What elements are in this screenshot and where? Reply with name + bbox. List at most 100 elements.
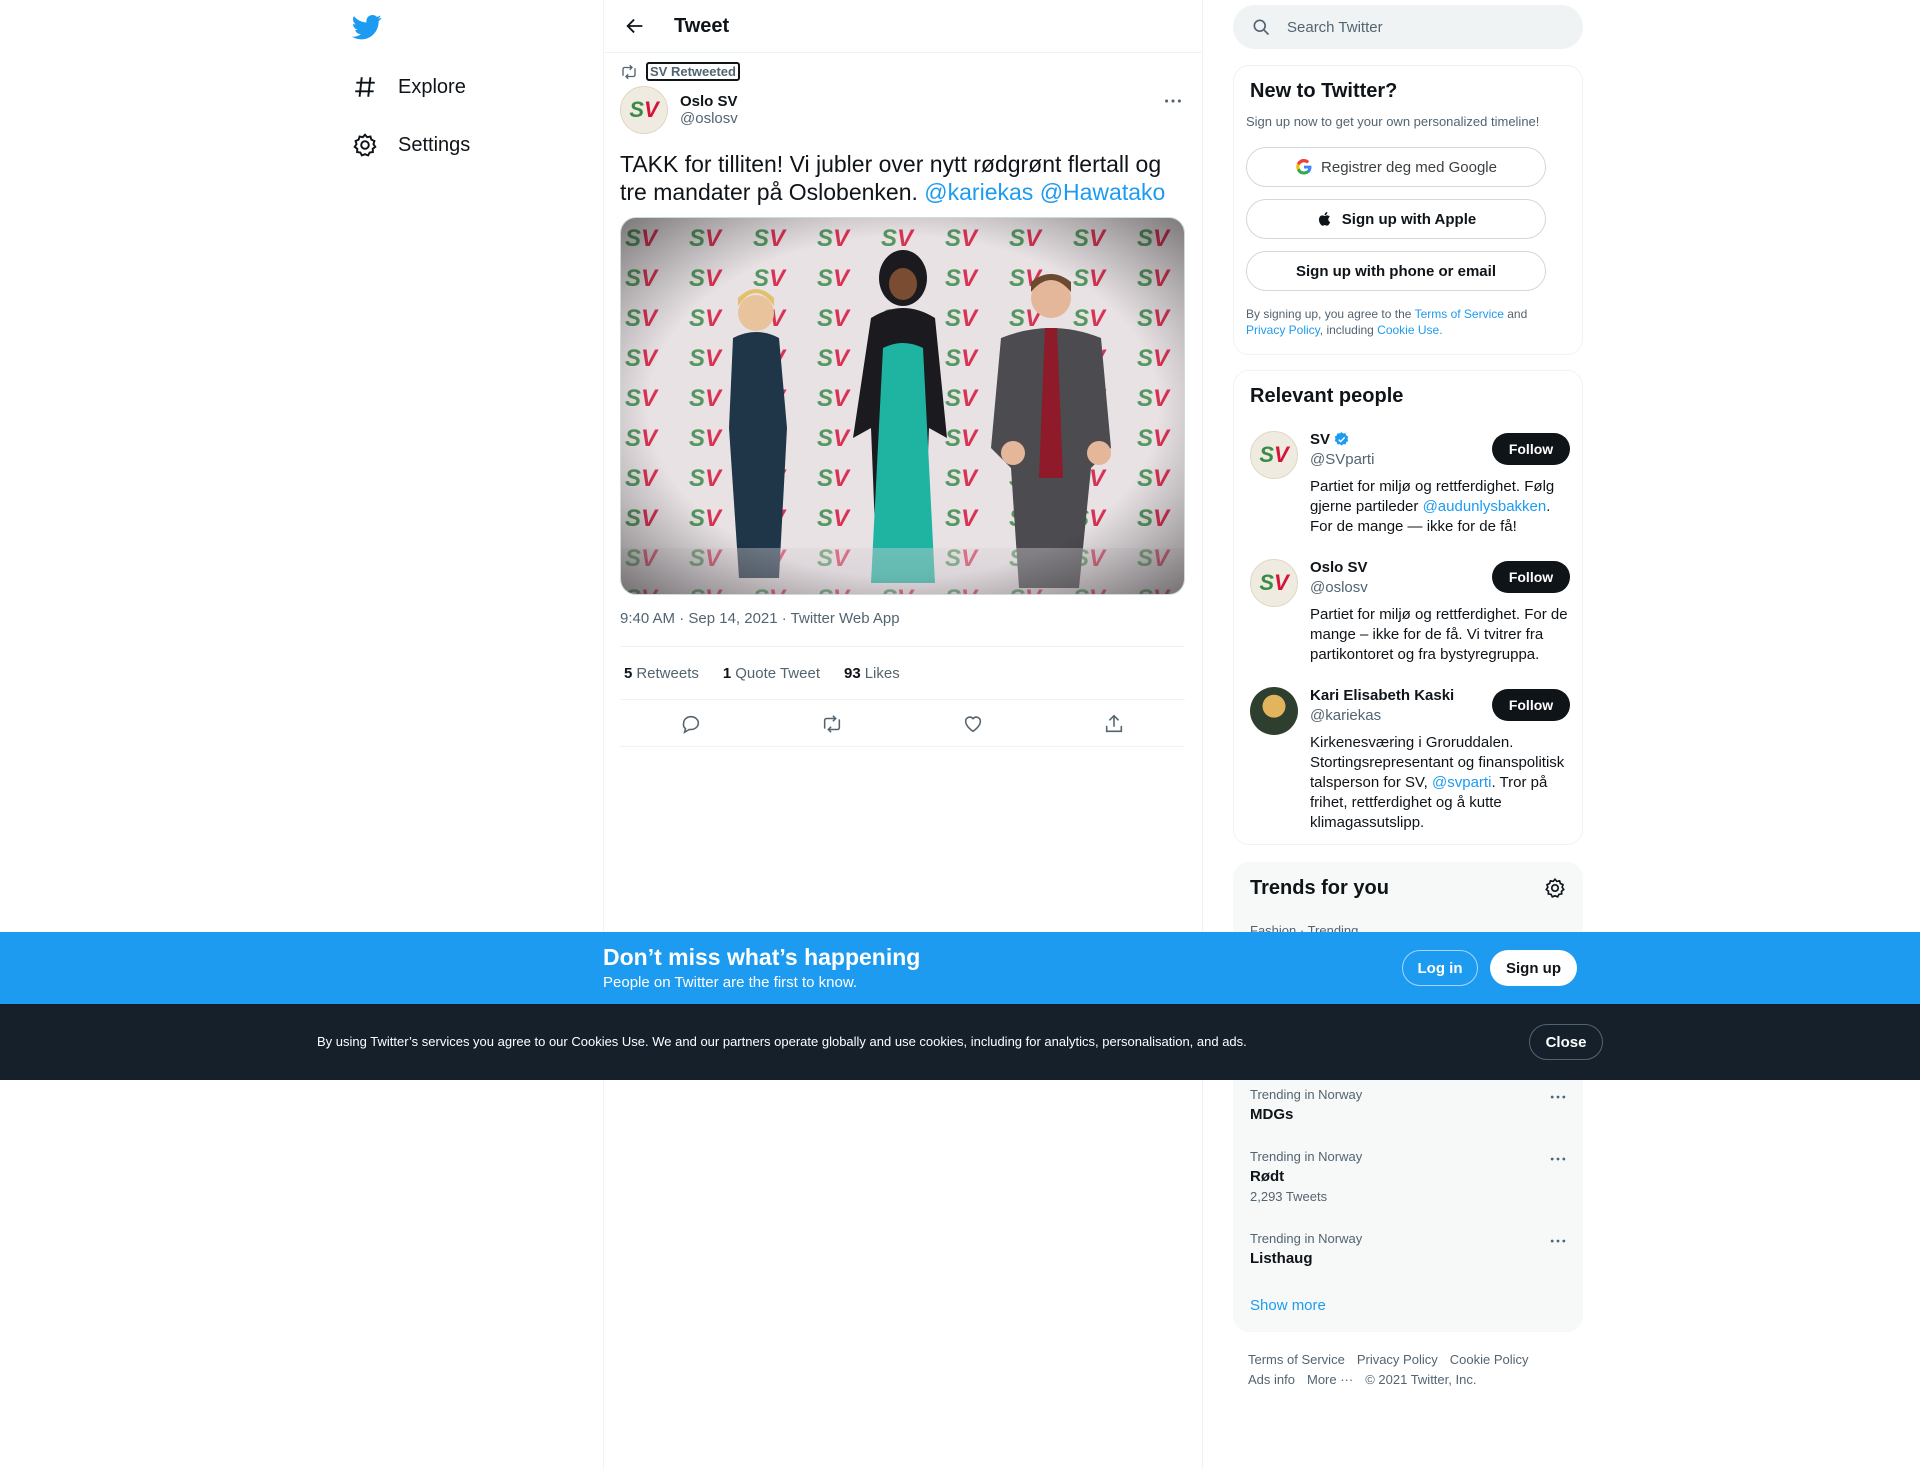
search-input[interactable]: [1287, 18, 1547, 36]
search-icon: [1253, 19, 1270, 36]
cookie-banner-text: By using Twitter’s services you agree to…: [317, 1034, 1247, 1049]
trend-context: Trending in Norway: [1250, 1231, 1363, 1246]
trend-name: Listhaug: [1250, 1250, 1313, 1267]
person-name[interactable]: Kari Elisabeth Kaski: [1310, 687, 1454, 704]
more-options-icon[interactable]: [1162, 90, 1184, 112]
trend-item[interactable]: Trending in Norway Listhaug: [1250, 1231, 1568, 1267]
nav-explore[interactable]: Explore: [352, 67, 466, 107]
trend-context: Trending in Norway: [1250, 1087, 1363, 1102]
likes-count: 93: [844, 664, 861, 682]
person-handle[interactable]: @oslosv: [1310, 579, 1368, 596]
person-name[interactable]: Oslo SV: [1310, 559, 1368, 576]
retweet-icon: [622, 64, 636, 79]
person-name[interactable]: SV: [1310, 431, 1350, 448]
signup-legal-text: By signing up, you agree to the Terms of…: [1246, 306, 1566, 338]
page-title: Tweet: [674, 14, 730, 37]
author-handle[interactable]: @oslosv: [680, 110, 738, 127]
reply-icon[interactable]: [680, 713, 702, 735]
follow-button[interactable]: Follow: [1492, 561, 1570, 593]
relevant-people-card: Relevant people SV SV @SVparti Follow Pa…: [1233, 370, 1583, 845]
person-name-text: Kari Elisabeth Kaski: [1310, 687, 1455, 704]
quote-tweets-stat[interactable]: 1 Quote Tweet: [723, 665, 820, 682]
cookie-use-link[interactable]: Cookie Use.: [1377, 323, 1442, 337]
tweet-photo[interactable]: S V: [620, 217, 1185, 595]
show-more-link[interactable]: Show more: [1250, 1297, 1326, 1314]
person-handle[interactable]: @SVparti: [1310, 451, 1374, 468]
likes-label: Likes: [864, 664, 900, 682]
retweeted-by-link[interactable]: SV Retweeted: [646, 62, 740, 81]
back-arrow-icon[interactable]: [624, 15, 646, 37]
apple-signup-button[interactable]: Sign up with Apple: [1246, 199, 1546, 239]
avatar[interactable]: SV: [620, 86, 668, 134]
person-item-kariekas[interactable]: Kari Elisabeth Kaski @kariekas Follow Ki…: [1250, 687, 1570, 837]
search-box[interactable]: [1233, 5, 1583, 49]
more-options-icon[interactable]: [1548, 1231, 1568, 1251]
follow-button[interactable]: Follow: [1492, 689, 1570, 721]
likes-stat[interactable]: 93 Likes: [844, 665, 900, 682]
footer-privacy-link[interactable]: Privacy Policy: [1357, 1352, 1438, 1367]
mention-link[interactable]: @svparti: [1432, 774, 1491, 791]
legal-text: , including: [1319, 323, 1378, 337]
tweet-author[interactable]: SV Oslo SV @oslosv: [620, 86, 738, 134]
signup-banner: Don’t miss what’s happening People on Tw…: [0, 932, 1920, 1004]
mention-link[interactable]: @audunlysbakken: [1423, 498, 1547, 515]
card-subtitle: Sign up now to get your own personalized…: [1246, 114, 1540, 129]
cookie-banner: By using Twitter’s services you agree to…: [0, 1004, 1920, 1080]
privacy-policy-link[interactable]: Privacy Policy: [1246, 323, 1320, 337]
apple-icon: [1318, 212, 1330, 226]
retweet-icon[interactable]: [821, 713, 843, 735]
follow-button[interactable]: Follow: [1492, 433, 1570, 465]
person-bio: Kirkenesværing i Groruddalen. Stortingsr…: [1310, 733, 1570, 833]
trend-name: MDGs: [1250, 1106, 1294, 1123]
gear-icon: [353, 133, 377, 157]
phone-email-signup-button[interactable]: Sign up with phone or email: [1246, 251, 1546, 291]
footer-tos-link[interactable]: Terms of Service: [1248, 1352, 1345, 1367]
mention-link[interactable]: @kariekas: [924, 179, 1033, 205]
card-title: Trends for you: [1250, 877, 1389, 899]
more-options-icon[interactable]: [1548, 1149, 1568, 1169]
share-icon[interactable]: [1103, 713, 1125, 735]
page-header: Tweet: [604, 0, 1202, 53]
nav-settings[interactable]: Settings: [352, 125, 470, 165]
verified-badge-icon: [1334, 432, 1349, 446]
legal-text: and: [1503, 307, 1528, 321]
terms-of-service-link[interactable]: Terms of Service: [1415, 307, 1504, 321]
avatar[interactable]: SV: [1250, 431, 1298, 479]
gear-icon[interactable]: [1544, 877, 1566, 899]
google-signup-button[interactable]: Registrer deg med Google: [1246, 147, 1546, 187]
person-item-oslosv[interactable]: SV Oslo SV @oslosv Follow Partiet for mi…: [1250, 559, 1570, 669]
twitter-logo-icon[interactable]: [352, 12, 382, 42]
avatar[interactable]: [1250, 687, 1298, 735]
person-name-text: SV: [1310, 431, 1331, 448]
tweet-timestamp[interactable]: 9:40 AM · Sep 14, 2021 · Twitter Web App: [620, 610, 900, 627]
signup-button[interactable]: Sign up: [1490, 950, 1577, 986]
person-item-sv[interactable]: SV SV @SVparti Follow Partiet for miljø …: [1250, 431, 1570, 541]
trend-item[interactable]: Trending in Norway MDGs: [1250, 1087, 1568, 1123]
footer-cookie-link[interactable]: Cookie Policy: [1450, 1352, 1529, 1367]
avatar[interactable]: SV: [1250, 559, 1298, 607]
apple-signup-label: Sign up with Apple: [1341, 210, 1477, 228]
person-handle[interactable]: @kariekas: [1310, 707, 1381, 724]
retweets-stat[interactable]: 5 Retweets: [624, 665, 699, 682]
trend-item[interactable]: Trending in Norway Rødt 2,293 Tweets: [1250, 1149, 1568, 1204]
footer-ads-link[interactable]: Ads info: [1248, 1372, 1295, 1387]
footer-copyright: © 2021 Twitter, Inc.: [1365, 1372, 1477, 1387]
author-name[interactable]: Oslo SV: [680, 93, 738, 110]
trend-name: Rødt: [1250, 1168, 1285, 1185]
mention-link[interactable]: @Hawatako: [1040, 179, 1166, 205]
quotes-count: 1: [722, 664, 732, 682]
close-button[interactable]: Close: [1529, 1024, 1603, 1060]
more-options-icon[interactable]: [1548, 1087, 1568, 1107]
legal-text: By signing up, you agree to the: [1246, 307, 1415, 321]
signup-banner-heading: Don’t miss what’s happening: [603, 944, 921, 970]
phone-signup-label: Sign up with phone or email: [1295, 262, 1496, 280]
trend-context: Trending in Norway: [1250, 1149, 1363, 1164]
footer-links: Terms of Service Privacy Policy Cookie Pol…: [1248, 1350, 1578, 1390]
footer-more-link[interactable]: More ···: [1307, 1372, 1353, 1387]
tweet-text: TAKK for tilliten! Vi jubler over nytt r…: [620, 150, 1190, 206]
person-bio: Partiet for miljø og rettferdighet. Følg…: [1310, 477, 1570, 537]
login-button[interactable]: Log in: [1402, 950, 1478, 986]
nav-explore-label: Explore: [398, 75, 466, 98]
like-heart-icon[interactable]: [962, 713, 984, 735]
photo-image: S V: [621, 218, 1184, 594]
